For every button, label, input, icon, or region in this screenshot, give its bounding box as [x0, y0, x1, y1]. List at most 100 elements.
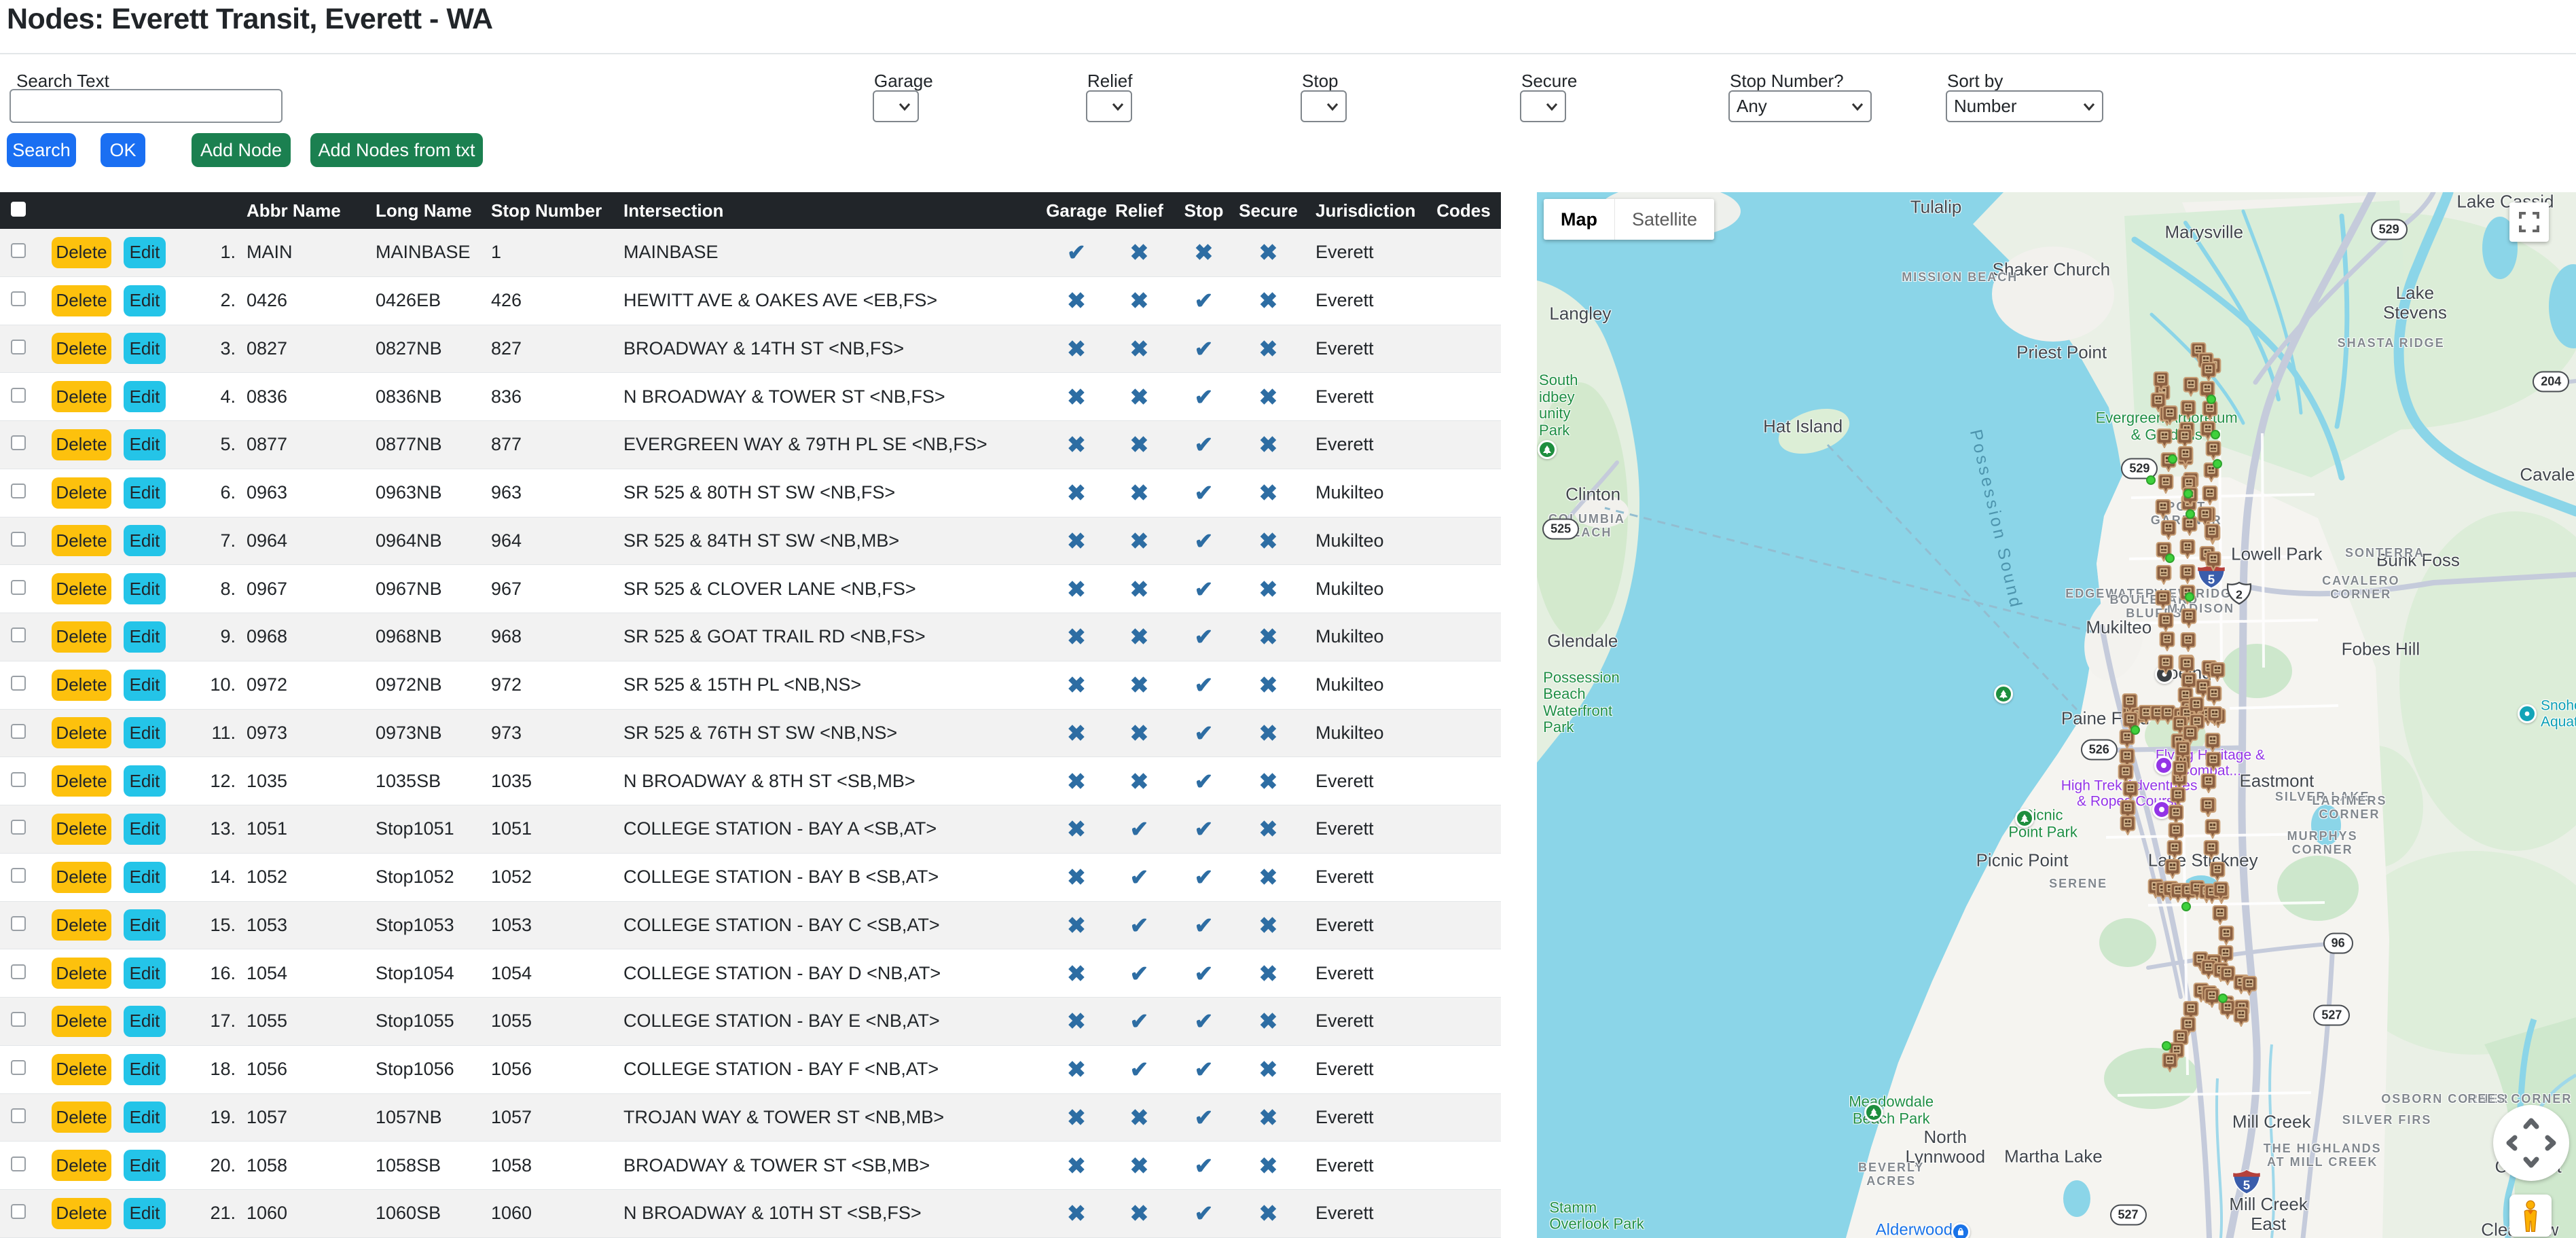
- stop-dot-marker[interactable]: [2207, 395, 2216, 404]
- stop-dot-marker[interactable]: [2211, 430, 2220, 439]
- delete-button[interactable]: Delete: [52, 477, 111, 509]
- bus-stop-marker[interactable]: [2181, 516, 2197, 539]
- stop-dot-marker[interactable]: [2162, 1041, 2171, 1051]
- edit-button[interactable]: Edit: [124, 429, 166, 460]
- stop-filter-select[interactable]: [1301, 90, 1347, 122]
- bus-stop-marker[interactable]: [2183, 377, 2198, 400]
- secure-filter-select[interactable]: [1520, 90, 1566, 122]
- delete-button[interactable]: Delete: [52, 1006, 111, 1037]
- stop-dot-marker[interactable]: [2185, 509, 2195, 519]
- delete-button[interactable]: Delete: [52, 1198, 111, 1229]
- delete-button[interactable]: Delete: [52, 862, 111, 893]
- park-poi[interactable]: [2015, 809, 2034, 828]
- row-checkbox[interactable]: [11, 340, 26, 354]
- delete-button[interactable]: Delete: [52, 1054, 111, 1085]
- bus-stop-marker[interactable]: [2164, 859, 2180, 882]
- delete-button[interactable]: Delete: [52, 814, 111, 845]
- bus-stop-marker[interactable]: [2120, 816, 2136, 839]
- row-checkbox[interactable]: [11, 1157, 26, 1171]
- bus-stop-marker[interactable]: [2200, 797, 2216, 820]
- delete-button[interactable]: Delete: [52, 333, 111, 364]
- bus-stop-marker[interactable]: [2156, 565, 2171, 588]
- row-checkbox[interactable]: [11, 772, 26, 787]
- edit-button[interactable]: Edit: [124, 765, 166, 797]
- edit-button[interactable]: Edit: [124, 958, 166, 989]
- bus-stop-marker[interactable]: [2160, 632, 2175, 655]
- row-checkbox[interactable]: [11, 627, 26, 642]
- stop-dot-marker[interactable]: [2130, 725, 2140, 735]
- row-checkbox[interactable]: [11, 820, 26, 835]
- shopping-poi[interactable]: [1951, 1222, 1970, 1238]
- edit-button[interactable]: Edit: [124, 237, 166, 268]
- delete-button[interactable]: Delete: [52, 573, 111, 604]
- edit-button[interactable]: Edit: [124, 909, 166, 941]
- stop-dot-marker[interactable]: [2146, 475, 2156, 485]
- edit-button[interactable]: Edit: [124, 670, 166, 701]
- bus-stop-marker[interactable]: [2154, 371, 2169, 395]
- edit-button[interactable]: Edit: [124, 285, 166, 316]
- edit-button[interactable]: Edit: [124, 1006, 166, 1037]
- bus-stop-marker[interactable]: [2162, 405, 2177, 429]
- row-checkbox[interactable]: [11, 532, 26, 547]
- row-checkbox[interactable]: [11, 580, 26, 595]
- map-canvas[interactable]: Map Satellite TulalipMarysvilleLake Cass…: [1537, 192, 2576, 1238]
- bus-stop-marker[interactable]: [2206, 752, 2221, 775]
- delete-button[interactable]: Delete: [52, 1102, 111, 1133]
- edit-button[interactable]: Edit: [124, 1150, 166, 1181]
- bus-stop-marker[interactable]: [2203, 840, 2219, 863]
- fullscreen-button[interactable]: [2509, 202, 2549, 242]
- bus-stop-marker[interactable]: [2181, 608, 2196, 632]
- row-checkbox[interactable]: [11, 1060, 26, 1075]
- row-checkbox[interactable]: [11, 1108, 26, 1123]
- delete-button[interactable]: Delete: [52, 237, 111, 268]
- delete-button[interactable]: Delete: [52, 525, 111, 556]
- delete-button[interactable]: Delete: [52, 958, 111, 989]
- pegman-button[interactable]: [2509, 1195, 2552, 1237]
- edit-button[interactable]: Edit: [124, 1054, 166, 1085]
- edit-button[interactable]: Edit: [124, 621, 166, 653]
- park-poi[interactable]: [1994, 685, 2013, 704]
- edit-button[interactable]: Edit: [124, 862, 166, 893]
- sort-by-select[interactable]: Number: [1946, 90, 2103, 122]
- delete-button[interactable]: Delete: [52, 909, 111, 941]
- row-checkbox[interactable]: [11, 484, 26, 498]
- bus-stop-marker[interactable]: [2181, 400, 2196, 423]
- delete-button[interactable]: Delete: [52, 670, 111, 701]
- satellite-button[interactable]: Satellite: [1614, 199, 1714, 240]
- edit-button[interactable]: Edit: [124, 1198, 166, 1229]
- delete-button[interactable]: Delete: [52, 381, 111, 412]
- bus-stop-marker[interactable]: [2202, 401, 2217, 424]
- edit-button[interactable]: Edit: [124, 477, 166, 509]
- bus-stop-marker[interactable]: [2157, 429, 2173, 452]
- delete-button[interactable]: Delete: [52, 429, 111, 460]
- edit-button[interactable]: Edit: [124, 1102, 166, 1133]
- row-checkbox[interactable]: [11, 964, 26, 979]
- garage-filter-select[interactable]: [873, 90, 919, 122]
- row-checkbox[interactable]: [11, 868, 26, 883]
- park-poi[interactable]: [1864, 1103, 1883, 1122]
- bus-stop-marker[interactable]: [2200, 773, 2216, 797]
- bus-stop-marker[interactable]: [2160, 520, 2176, 543]
- edit-button[interactable]: Edit: [124, 333, 166, 364]
- bus-stop-marker[interactable]: [2210, 662, 2226, 685]
- bus-stop-marker[interactable]: [2233, 1007, 2249, 1030]
- edit-button[interactable]: Edit: [124, 381, 166, 412]
- bus-stop-marker[interactable]: [2205, 819, 2221, 842]
- row-checkbox[interactable]: [11, 676, 26, 691]
- stop-dot-marker[interactable]: [2185, 592, 2194, 602]
- bus-stop-marker[interactable]: [2180, 632, 2196, 655]
- bus-stop-marker[interactable]: [2205, 524, 2220, 547]
- row-checkbox[interactable]: [11, 1012, 26, 1027]
- attraction-poi[interactable]: [2154, 756, 2173, 775]
- pan-control[interactable]: [2493, 1105, 2569, 1181]
- row-checkbox[interactable]: [11, 1204, 26, 1219]
- park-poi[interactable]: [1538, 440, 1557, 459]
- bus-stop-marker[interactable]: [2241, 976, 2257, 999]
- bus-stop-marker[interactable]: [2201, 362, 2217, 385]
- stop-dot-marker[interactable]: [2181, 902, 2191, 911]
- delete-button[interactable]: Delete: [52, 1150, 111, 1181]
- row-checkbox[interactable]: [11, 243, 26, 258]
- edit-button[interactable]: Edit: [124, 525, 166, 556]
- add-nodes-from-txt-button[interactable]: Add Nodes from txt: [310, 133, 483, 167]
- relief-filter-select[interactable]: [1086, 90, 1132, 122]
